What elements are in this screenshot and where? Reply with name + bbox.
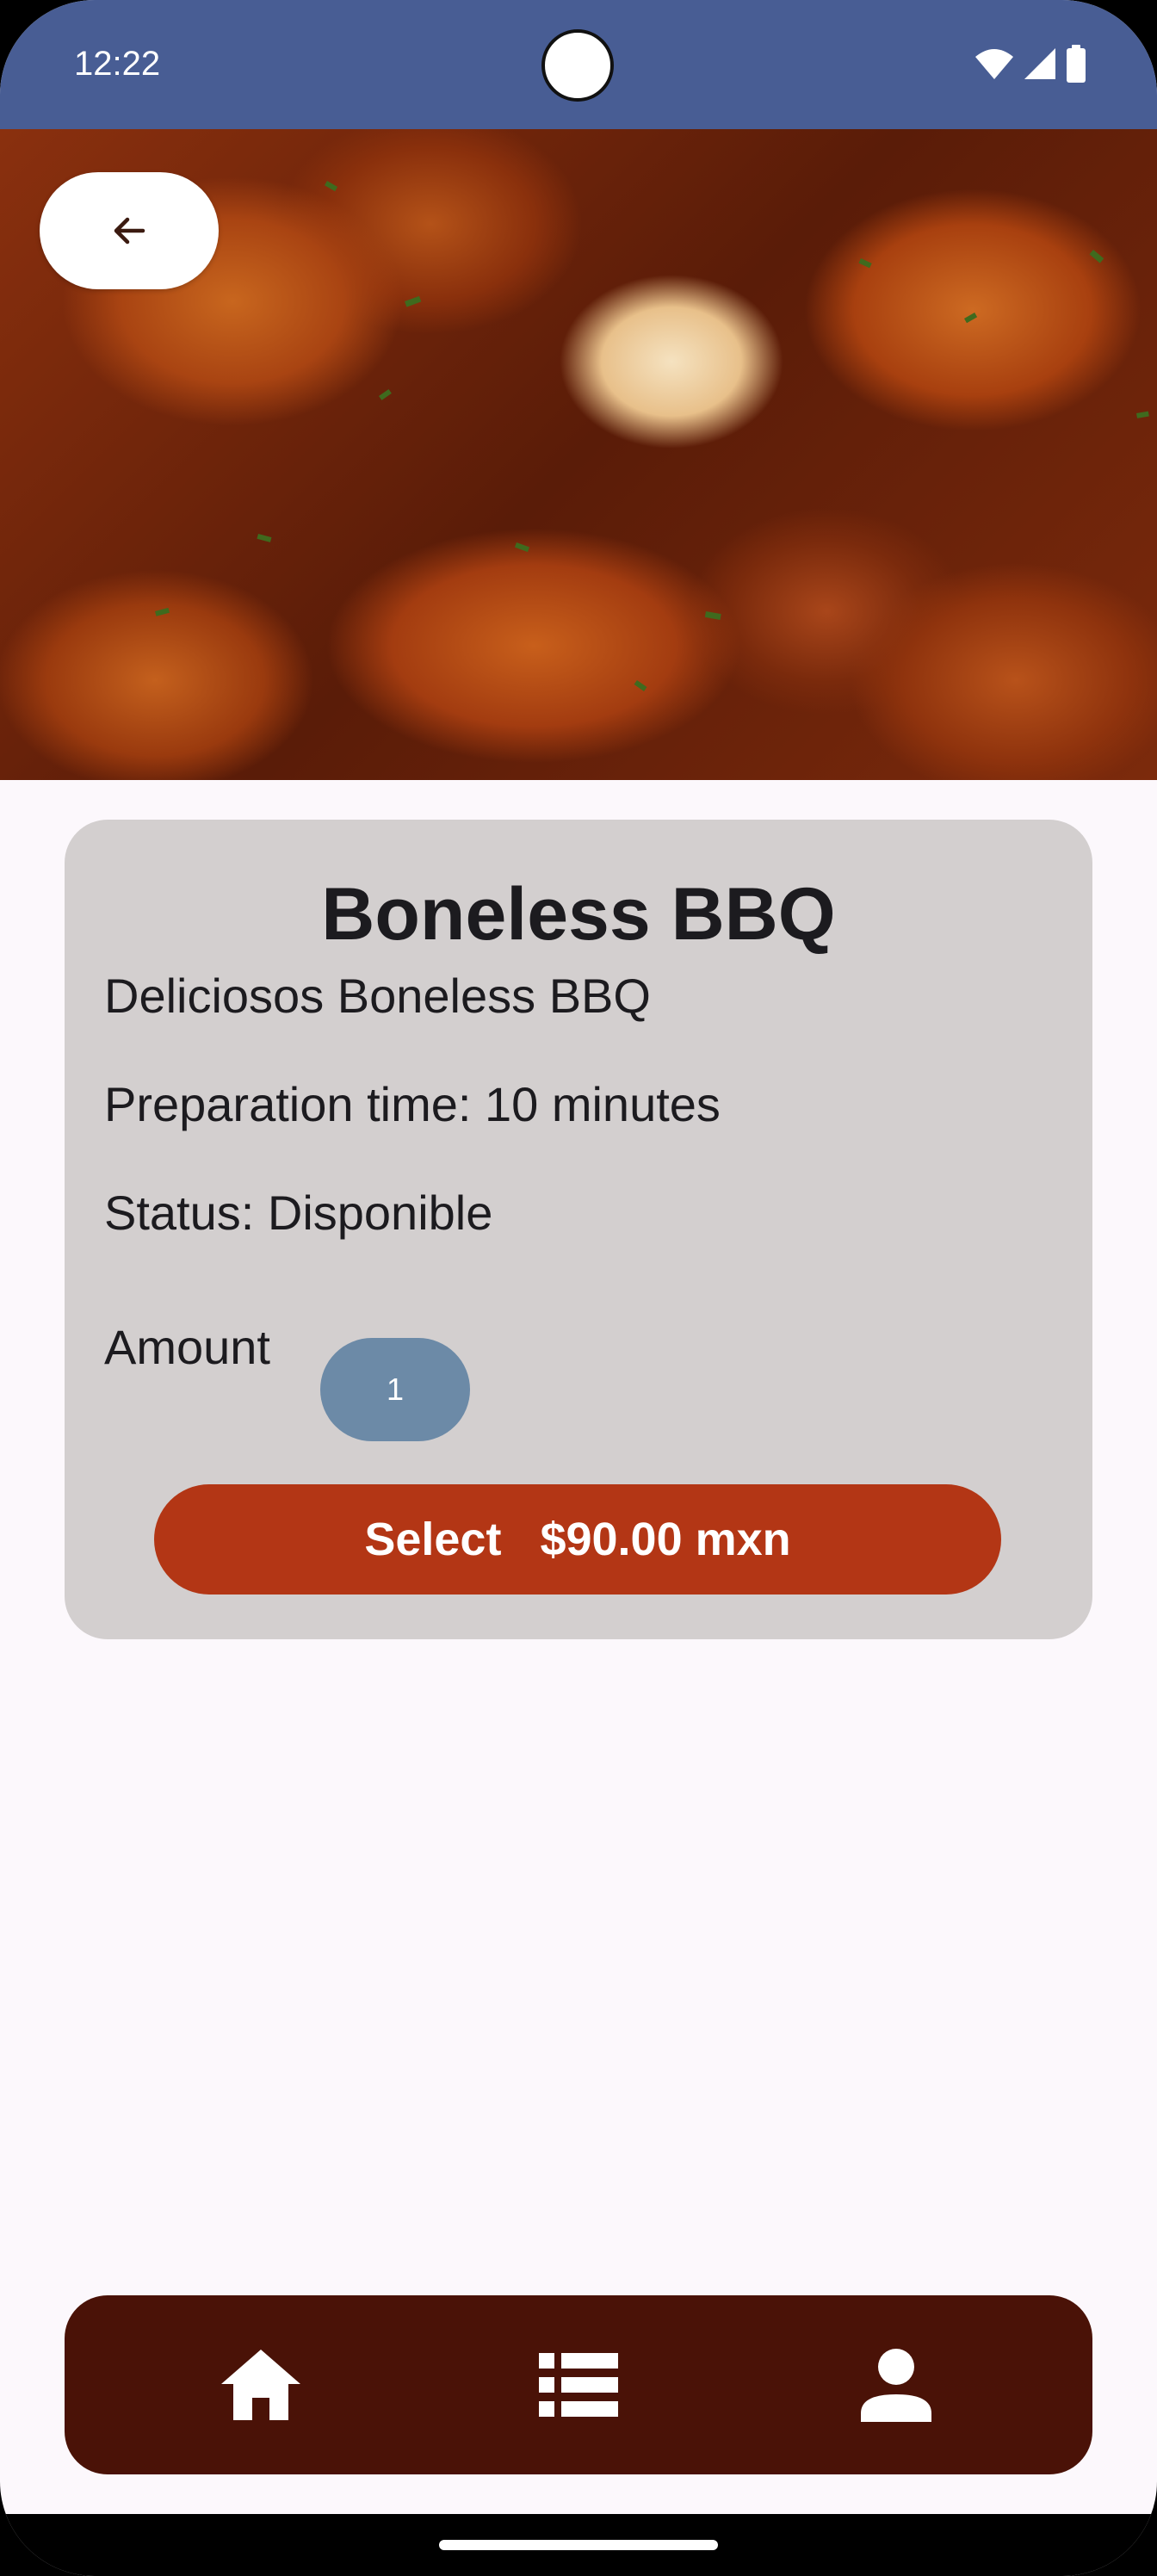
amount-selector[interactable]: 1 — [320, 1338, 470, 1441]
product-card: Boneless BBQ Deliciosos Boneless BBQ Pre… — [65, 820, 1092, 1639]
arrow-left-icon — [114, 217, 145, 245]
gesture-handle[interactable] — [439, 2540, 718, 2550]
bottom-navigation — [65, 2295, 1092, 2474]
list-icon — [539, 2353, 618, 2417]
select-button[interactable]: Select $90.00 mxn — [154, 1484, 1001, 1595]
nav-profile[interactable] — [810, 2295, 982, 2474]
status-bar: 12:22 — [0, 0, 1157, 129]
product-title: Boneless BBQ — [321, 873, 836, 956]
status-time: 12:22 — [74, 45, 161, 83]
product-description: Deliciosos Boneless BBQ — [104, 969, 651, 1023]
preparation-time: Preparation time: 10 minutes — [104, 1077, 721, 1131]
product-status: Status: Disponible — [104, 1186, 493, 1240]
app-screen: 12:22 Boneless BBQ Deliciosos Boneless B… — [0, 0, 1157, 2576]
signal-icon — [1024, 48, 1055, 79]
camera-cutout — [541, 29, 614, 102]
nav-home[interactable] — [175, 2295, 347, 2474]
battery-icon — [1067, 45, 1086, 83]
wifi-icon — [975, 49, 1013, 79]
back-button[interactable] — [40, 172, 219, 289]
nav-orders[interactable] — [492, 2295, 665, 2474]
status-icons — [974, 45, 1086, 83]
person-icon — [861, 2349, 931, 2422]
home-icon — [221, 2350, 300, 2420]
amount-label: Amount — [104, 1320, 270, 1374]
